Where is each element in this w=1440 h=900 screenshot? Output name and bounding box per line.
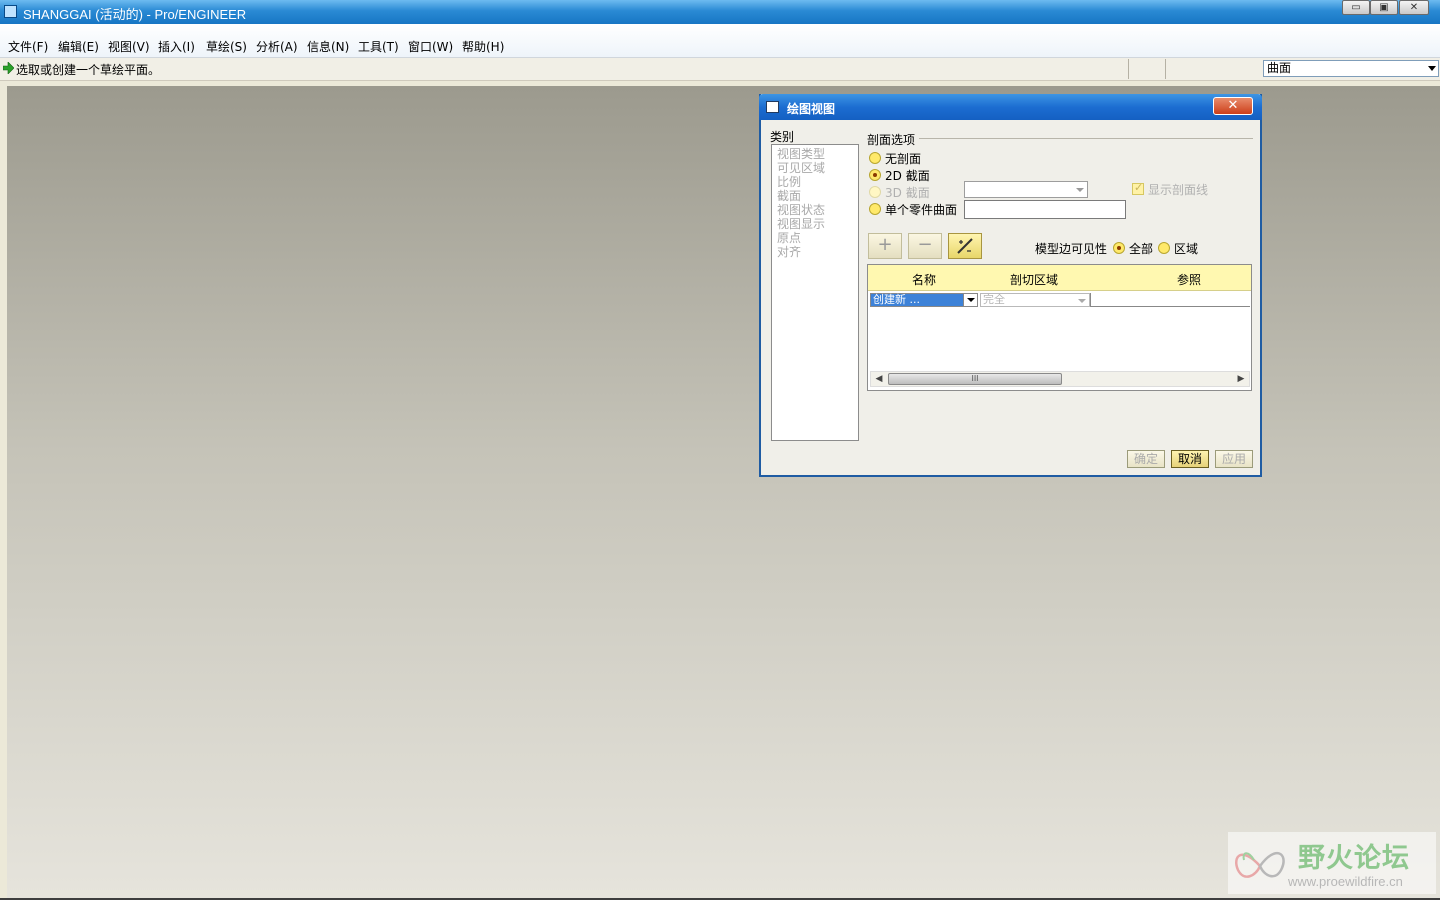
prompt-message: 选取或创建一个草绘平面。 xyxy=(16,63,161,77)
category-item[interactable]: 比例 xyxy=(777,175,801,189)
watermark-url: www.proewildfire.cn xyxy=(1288,874,1403,889)
horizontal-scrollbar[interactable]: ◀ III ▶ xyxy=(870,371,1250,387)
restore-button[interactable]: ▣ xyxy=(1370,0,1398,15)
column-header-name[interactable]: 名称 xyxy=(912,271,936,288)
category-label: 类别 xyxy=(770,130,795,144)
section-name-value: 创建新 ... xyxy=(871,294,963,306)
cancel-button[interactable]: 取消 xyxy=(1171,450,1209,468)
single-part-surface-label: 单个零件曲面 xyxy=(885,203,958,217)
chevron-down-icon xyxy=(963,294,977,306)
separator xyxy=(1128,59,1129,79)
reference-cell[interactable] xyxy=(1090,293,1250,307)
menu-analysis[interactable]: 分析(A) xyxy=(256,38,298,55)
single-part-surface-input[interactable] xyxy=(964,200,1126,219)
watermark-name: 野火论坛 xyxy=(1298,843,1410,874)
category-list: 视图类型 可见区域 比例 截面 视图状态 视图显示 原点 对齐 xyxy=(771,144,859,441)
apply-button[interactable]: 应用 xyxy=(1215,450,1253,468)
add-section-button[interactable]: + xyxy=(868,233,902,259)
selection-filter-select[interactable]: 曲面 xyxy=(1263,60,1439,77)
minimize-button[interactable]: ▭ xyxy=(1342,0,1370,15)
show-hatch-checkbox[interactable] xyxy=(1132,181,1144,195)
menu-file[interactable]: 文件(F) xyxy=(8,38,48,55)
menu-tools[interactable]: 工具(T) xyxy=(358,38,399,55)
category-item[interactable]: 视图类型 xyxy=(777,147,825,161)
menu-info[interactable]: 信息(N) xyxy=(307,38,349,55)
chevron-down-icon xyxy=(1076,188,1084,192)
menu-help[interactable]: 帮助(H) xyxy=(462,38,504,55)
ok-button[interactable]: 确定 xyxy=(1127,450,1165,468)
table-header: 名称 剖切区域 参照 xyxy=(868,265,1251,291)
section-3d-label: 3D 截面 xyxy=(885,186,930,200)
dialog-icon xyxy=(766,101,779,113)
scroll-thumb[interactable]: III xyxy=(888,373,1062,385)
menu-insert[interactable]: 插入(I) xyxy=(158,38,195,55)
category-item[interactable]: 对齐 xyxy=(777,245,801,259)
category-item[interactable]: 原点 xyxy=(777,231,801,245)
butterfly-logo-icon xyxy=(1235,852,1285,878)
app-icon xyxy=(4,5,17,18)
dialog-close-button[interactable]: ✕ xyxy=(1213,97,1253,115)
section-2d-radio[interactable] xyxy=(869,169,881,181)
category-item[interactable]: 可见区域 xyxy=(777,161,825,175)
selection-filter-value: 曲面 xyxy=(1267,61,1292,75)
menu-view[interactable]: 视图(V) xyxy=(108,38,150,55)
separator xyxy=(1165,59,1166,79)
section-3d-select[interactable] xyxy=(964,181,1088,198)
menu-window[interactable]: 窗口(W) xyxy=(408,38,453,55)
no-section-radio[interactable] xyxy=(869,152,881,164)
drawing-view-dialog: 绘图视图 ✕ 类别 视图类型 可见区域 比例 截面 视图状态 视图显示 原点 对… xyxy=(759,94,1262,477)
scroll-right-icon[interactable]: ▶ xyxy=(1233,372,1249,386)
section-2d-label: 2D 截面 xyxy=(885,169,930,183)
visibility-area-radio[interactable] xyxy=(1158,242,1170,254)
single-part-surface-radio[interactable] xyxy=(869,203,881,215)
section-table: 名称 剖切区域 参照 创建新 ... 完全 ◀ III ▶ xyxy=(867,264,1252,391)
edit-section-button[interactable] xyxy=(948,233,982,259)
model-edge-visibility-label: 模型边可见性 xyxy=(1035,242,1108,256)
chevron-down-icon xyxy=(1428,66,1436,71)
watermark: 野火论坛 www.proewildfire.cn xyxy=(1228,832,1436,894)
scroll-left-icon[interactable]: ◀ xyxy=(871,372,887,386)
visibility-all-radio[interactable] xyxy=(1113,242,1125,254)
cut-area-select[interactable]: 完全 xyxy=(980,293,1090,307)
section-3d-radio[interactable] xyxy=(869,186,881,198)
no-section-label: 无剖面 xyxy=(885,152,922,166)
edit-icon xyxy=(957,238,973,254)
column-header-cut-area[interactable]: 剖切区域 xyxy=(1010,271,1058,288)
window-close-button[interactable]: ✕ xyxy=(1399,0,1429,15)
show-hatch-label: 显示剖面线 xyxy=(1148,183,1209,197)
window-titlebar: SHANGGAI (活动的) - Pro/ENGINEER ▭ ▣ ✕ xyxy=(0,0,1440,24)
remove-section-button[interactable]: − xyxy=(908,233,942,259)
menu-bar: 文件(F) 编辑(E) 视图(V) 插入(I) 草绘(S) 分析(A) 信息(N… xyxy=(0,24,1440,58)
chevron-down-icon xyxy=(1078,299,1086,303)
category-item[interactable]: 视图状态 xyxy=(777,203,825,217)
menu-sketch[interactable]: 草绘(S) xyxy=(206,38,247,55)
dialog-titlebar: 绘图视图 ✕ xyxy=(759,94,1262,120)
cut-area-value: 完全 xyxy=(983,293,1005,306)
group-divider xyxy=(919,138,1253,139)
dialog-title: 绘图视图 xyxy=(787,102,836,116)
visibility-area-label: 区域 xyxy=(1174,242,1199,256)
visibility-all-label: 全部 xyxy=(1129,242,1154,256)
category-item[interactable]: 视图显示 xyxy=(777,217,825,231)
arrow-right-icon xyxy=(3,62,14,74)
column-header-reference[interactable]: 参照 xyxy=(1177,271,1201,288)
category-item[interactable]: 截面 xyxy=(777,189,801,203)
message-bar: 选取或创建一个草绘平面。 曲面 xyxy=(0,58,1440,81)
section-options-label: 剖面选项 xyxy=(867,133,916,147)
menu-edit[interactable]: 编辑(E) xyxy=(58,38,99,55)
section-name-select[interactable]: 创建新 ... xyxy=(870,293,978,307)
window-title: SHANGGAI (活动的) - Pro/ENGINEER xyxy=(23,7,247,22)
